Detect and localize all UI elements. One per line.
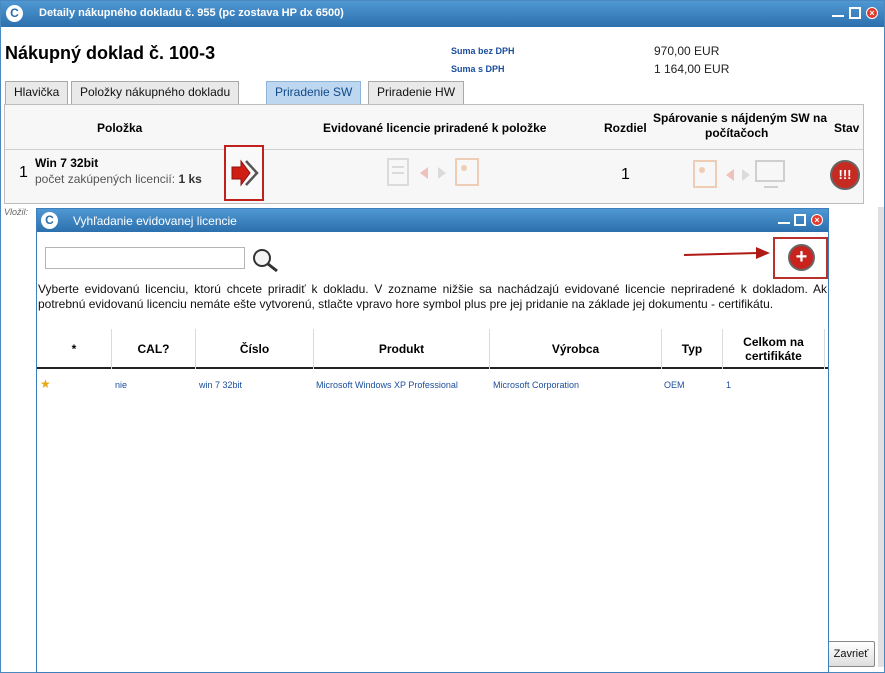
minimize-icon[interactable]: [832, 7, 844, 17]
assign-arrow-icon: [231, 159, 259, 187]
app-logo-icon: C: [6, 5, 23, 22]
license-docs-icon: [387, 158, 479, 186]
sum-without-vat-value: 970,00 EUR: [654, 44, 720, 58]
item-license-count: počet zakúpených licencií: 1 ks: [35, 172, 202, 186]
column-header-product[interactable]: Produkt: [314, 329, 490, 369]
red-arrow-icon: [683, 247, 770, 259]
cell-vendor: Microsoft Corporation: [493, 380, 580, 390]
cell-type: OEM: [664, 380, 685, 390]
column-header-star[interactable]: *: [37, 329, 112, 369]
maximize-icon[interactable]: [794, 214, 806, 226]
column-header-number[interactable]: Číslo: [196, 329, 314, 369]
cell-total: 1: [726, 380, 732, 390]
column-header-type[interactable]: Typ: [662, 329, 723, 369]
maximize-icon[interactable]: [849, 7, 861, 19]
column-header-total-line2: certifikáte: [745, 349, 802, 363]
license-table-header: * CAL? Číslo Produkt Výrobca Typ Celkom …: [37, 329, 828, 369]
dialog-titlebar: C Vyhľadanie evidovanej licencie ×: [37, 209, 828, 232]
column-header-pairing: Spárovanie s nájdeným SW na: [653, 111, 828, 125]
item-name: Win 7 32bit: [35, 156, 99, 170]
sw-assignment-table: Položka Evidované licencie priradené k p…: [4, 104, 864, 204]
tab-hw-assignment[interactable]: Priradenie HW: [368, 81, 465, 104]
search-input[interactable]: [45, 247, 245, 269]
column-header-total[interactable]: Celkom na certifikáte: [723, 329, 825, 369]
page-title: Nákupný doklad č. 100-3: [5, 43, 216, 63]
tab-header[interactable]: Hlavička: [5, 81, 69, 104]
window-titlebar: C Detaily nákupného dokladu č. 955 (pc z…: [1, 1, 884, 27]
dialog-title: Vyhľadanie evidovanej licencie: [73, 214, 237, 228]
minimize-icon[interactable]: [778, 214, 790, 224]
pairing-computer-icon: [693, 160, 785, 188]
tab-sw-assignment[interactable]: Priradenie SW: [266, 81, 362, 104]
star-icon[interactable]: ★: [40, 377, 51, 391]
sum-with-vat-value: 1 164,00 EUR: [654, 62, 730, 76]
scrollbar[interactable]: [878, 207, 884, 667]
assign-license-button[interactable]: [224, 145, 264, 201]
item-license-count-value: 1 ks: [178, 172, 202, 186]
column-header-vendor[interactable]: Výrobca: [490, 329, 662, 369]
add-license-box: +: [773, 237, 828, 279]
search-button[interactable]: [251, 247, 281, 273]
close-icon[interactable]: ×: [866, 7, 878, 19]
header-divider: [5, 149, 863, 150]
sum-with-vat-label: Suma s DPH: [451, 64, 505, 74]
plus-icon[interactable]: +: [788, 244, 815, 271]
license-search-dialog: C Vyhľadanie evidovanej licencie × + Vyb…: [36, 208, 829, 673]
close-icon[interactable]: ×: [811, 214, 823, 226]
column-header-pairing-2: počítačoch: [705, 126, 769, 140]
cell-cal: nie: [115, 380, 128, 390]
search-icon: [253, 249, 278, 273]
difference-value: 1: [621, 166, 630, 183]
column-header-item: Položka: [97, 121, 143, 135]
app-logo-icon: C: [41, 212, 58, 229]
column-header-total-line1: Celkom na: [743, 335, 804, 349]
row-number: 1: [19, 164, 28, 181]
column-header-difference: Rozdiel: [604, 121, 647, 135]
column-header-status: Stav: [834, 121, 860, 135]
close-button[interactable]: Zavrieť: [827, 641, 875, 667]
sum-without-vat-label: Suma bez DPH: [451, 46, 515, 56]
item-license-count-label: počet zakúpených licencií:: [35, 172, 176, 186]
column-header-cal[interactable]: CAL?: [112, 329, 196, 369]
status-alert-icon[interactable]: !!!: [830, 160, 860, 190]
cell-product: Microsoft Windows XP Professional: [316, 380, 458, 390]
cell-number: win 7 32bit: [199, 380, 243, 390]
column-header-licenses: Evidované licencie priradené k položke: [323, 121, 547, 135]
tab-document-items[interactable]: Položky nákupného dokladu: [71, 81, 240, 104]
table-row[interactable]: ★ nie win 7 32bit Microsoft Windows XP P…: [37, 374, 828, 396]
dialog-instructions: Vyberte evidovanú licenciu, ktorú chcete…: [38, 282, 827, 311]
inserted-by-label: Vložil:: [4, 207, 29, 217]
window-title: Detaily nákupného dokladu č. 955 (pc zos…: [39, 7, 344, 19]
